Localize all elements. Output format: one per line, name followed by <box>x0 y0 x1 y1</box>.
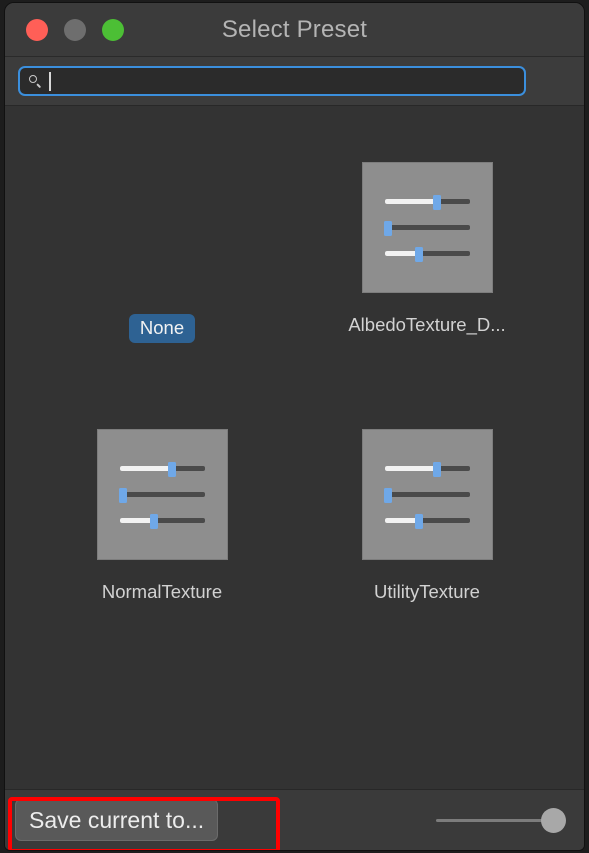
thumb-slider-track <box>384 492 470 497</box>
search-icon <box>28 74 43 89</box>
preset-item-albedotexture[interactable]: AlbedoTexture_D... <box>295 152 560 402</box>
thumb-slider-row <box>119 513 205 529</box>
thumb-slider-knob <box>433 461 442 477</box>
thumb-slider-row <box>384 194 470 210</box>
zoom-slider-track <box>436 818 552 822</box>
sliders-preset-icon <box>361 161 493 293</box>
preset-thumbnail-slot <box>361 419 493 569</box>
thumb-slider-fill <box>119 518 154 523</box>
zoom-slider[interactable] <box>436 807 566 833</box>
thumb-slider-knob <box>383 220 392 236</box>
thumb-slider-knob <box>383 487 392 503</box>
thumb-slider-fill <box>384 518 419 523</box>
save-current-to-button[interactable]: Save current to... <box>15 799 219 841</box>
preset-grid-area: None AlbedoTexture_D... NormalTexture Ut… <box>5 106 584 789</box>
thumb-slider-knob <box>149 513 158 529</box>
thumb-slider-track <box>384 225 470 230</box>
thumb-slider-row <box>384 513 470 529</box>
preset-grid: None AlbedoTexture_D... NormalTexture Ut… <box>5 152 584 669</box>
text-caret <box>49 71 51 91</box>
search-toolbar <box>5 57 584 106</box>
zoom-slider-knob[interactable] <box>541 807 566 833</box>
window-titlebar[interactable]: Select Preset <box>5 3 584 57</box>
sliders-preset-icon <box>361 428 493 560</box>
thumb-slider-row <box>119 461 205 477</box>
thumb-slider-row <box>384 246 470 262</box>
window-footer: Save current to... <box>5 789 584 850</box>
preset-thumbnail-slot <box>361 152 493 302</box>
thumb-slider-row <box>383 487 470 503</box>
thumb-slider-knob <box>433 194 442 210</box>
thumb-slider-row <box>384 461 470 477</box>
thumb-slider-fill <box>384 466 438 471</box>
preset-item-none[interactable]: None <box>30 152 295 402</box>
close-traffic-light-icon[interactable] <box>26 18 48 41</box>
preset-label: UtilityTexture <box>374 581 480 602</box>
thumb-slider-knob <box>118 487 127 503</box>
preset-label: NormalTexture <box>101 581 223 602</box>
thumb-slider-knob <box>414 246 423 262</box>
preset-label: AlbedoTexture_D... <box>348 314 506 335</box>
preset-item-utilitytexture[interactable]: UtilityTexture <box>295 419 560 669</box>
preset-item-normaltexture[interactable]: NormalTexture <box>30 419 295 669</box>
minimize-traffic-light-icon[interactable] <box>64 18 86 41</box>
window-traffic-lights <box>26 18 124 41</box>
preset-label: None <box>128 314 196 343</box>
thumb-slider-row <box>383 220 470 236</box>
search-input[interactable] <box>18 66 526 96</box>
thumb-slider-row <box>118 487 205 503</box>
thumb-slider-fill <box>384 251 419 256</box>
thumb-slider-fill <box>119 466 173 471</box>
sliders-preset-icon <box>96 428 228 560</box>
thumb-slider-knob <box>414 513 423 529</box>
thumb-slider-fill <box>384 199 438 204</box>
thumb-slider-knob <box>168 461 177 477</box>
maximize-traffic-light-icon[interactable] <box>102 18 124 41</box>
thumb-slider-track <box>119 492 205 497</box>
select-preset-window: Select Preset None AlbedoTexture_D... No… <box>4 2 585 851</box>
preset-thumbnail-slot <box>96 419 228 569</box>
